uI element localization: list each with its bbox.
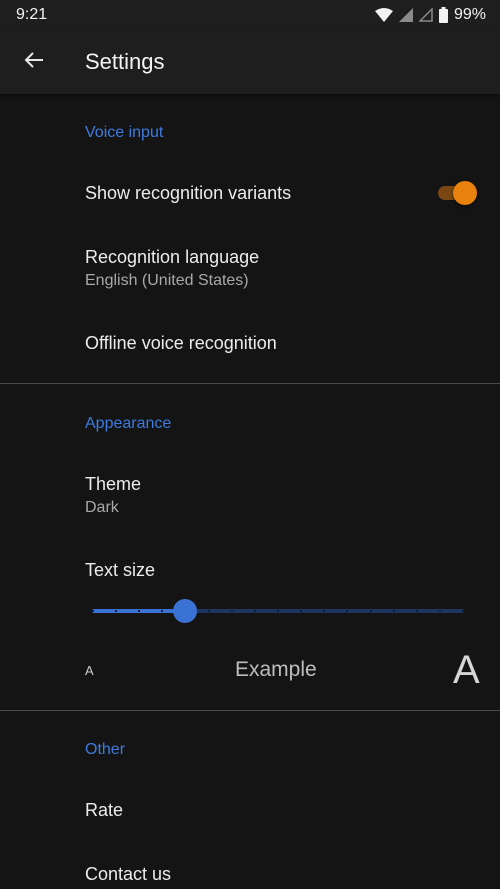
slider-tick <box>253 610 256 612</box>
cell-signal-empty-icon <box>418 8 433 22</box>
text-size-label: Text size <box>85 560 156 580</box>
slider-tick <box>300 610 303 612</box>
status-bar: 9:21 99% <box>0 0 500 30</box>
page-title: Settings <box>85 49 165 74</box>
slider-tick <box>115 610 118 612</box>
slider-tick <box>161 610 164 612</box>
toggle-thumb <box>453 181 477 205</box>
section-header-voice-input: Voice input <box>85 124 164 141</box>
slider-tick <box>138 610 141 612</box>
slider-tick <box>92 610 94 612</box>
slider-thumb[interactable] <box>173 599 197 623</box>
slider-tick <box>462 610 464 612</box>
slider-tick <box>415 610 418 612</box>
section-header-other: Other <box>85 741 126 758</box>
arrow-back-icon <box>24 50 44 75</box>
text-size-example: Example <box>235 658 317 681</box>
text-size-small-sample: A <box>85 663 94 678</box>
battery-percent: 99% <box>453 6 486 23</box>
slider-tick <box>392 610 395 612</box>
recognition-language-label: Recognition language <box>85 247 260 267</box>
slider-tick <box>346 610 349 612</box>
status-icons: 99% <box>374 5 486 25</box>
back-button[interactable] <box>14 42 54 82</box>
cell-signal-icon <box>398 8 413 22</box>
section-header-appearance: Appearance <box>85 415 172 432</box>
slider-tick <box>438 610 441 612</box>
theme-label: Theme <box>85 474 142 494</box>
slider-tick <box>207 610 210 612</box>
theme-value: Dark <box>85 499 119 516</box>
battery-icon <box>438 7 448 23</box>
section-divider <box>0 383 500 384</box>
contact-us-label: Contact us <box>85 864 172 884</box>
app-bar: Settings <box>0 30 500 94</box>
text-size-slider[interactable] <box>90 596 466 626</box>
slider-tick <box>230 610 233 612</box>
text-size-large-sample: A <box>453 648 480 692</box>
slider-tick <box>277 610 279 612</box>
section-divider <box>0 710 500 711</box>
rate-label: Rate <box>85 800 124 820</box>
slider-tick <box>369 610 372 612</box>
show-recognition-variants-toggle[interactable] <box>436 180 478 206</box>
status-time: 9:21 <box>16 6 48 23</box>
slider-tick <box>323 610 326 612</box>
show-recognition-variants-label: Show recognition variants <box>85 183 292 203</box>
wifi-icon <box>374 8 393 22</box>
offline-voice-recognition-label: Offline voice recognition <box>85 333 277 353</box>
recognition-language-value: English (United States) <box>85 272 249 289</box>
